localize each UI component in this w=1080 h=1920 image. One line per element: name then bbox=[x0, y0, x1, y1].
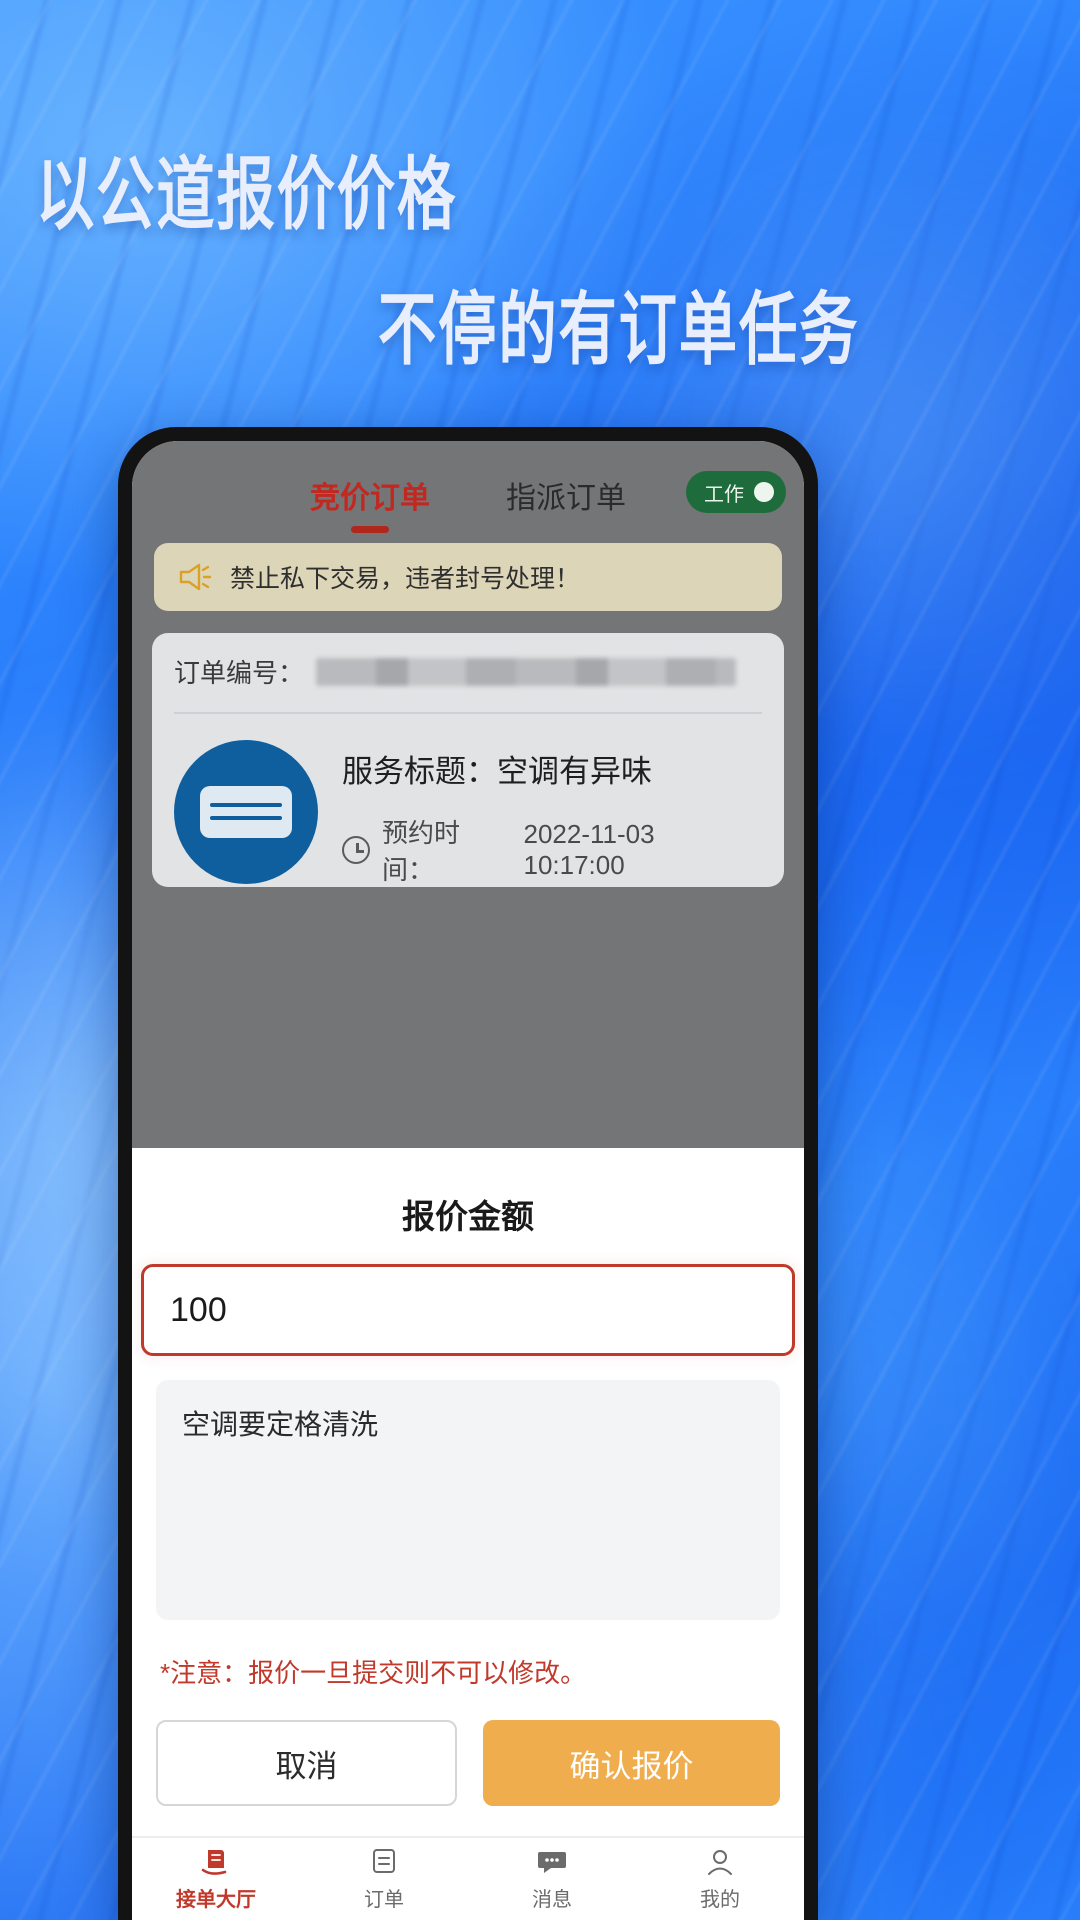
notice-text: 禁止私下交易，违者封号处理！ bbox=[230, 565, 581, 593]
app-content: 竞价订单 指派订单 工作 禁止私下交易，违者封号处理！ 订单编号： 服务标题：空… bbox=[132, 441, 804, 887]
notice-banner: 禁止私下交易，违者封号处理！ bbox=[154, 543, 782, 611]
service-row: 服务标题：空调有异味 预约时间： 2022-11-03 10:17:00 bbox=[174, 714, 762, 887]
service-thumbnail bbox=[174, 740, 318, 884]
nav-item-hall-label: 接单大厅 bbox=[176, 1889, 256, 1911]
nav-item-messages-label: 消息 bbox=[532, 1889, 572, 1911]
phone-mockup: 竞价订单 指派订单 工作 禁止私下交易，违者封号处理！ 订单编号： 服务标题：空… bbox=[118, 427, 818, 1920]
modal-actions: 取消 确认报价 bbox=[156, 1720, 780, 1836]
work-status-badge[interactable]: 工作 bbox=[686, 471, 786, 513]
hall-icon bbox=[201, 1850, 227, 1875]
tab-bidding-orders-label: 竞价订单 bbox=[310, 482, 430, 515]
clock-icon bbox=[342, 836, 370, 864]
modal-title: 报价金额 bbox=[402, 1198, 534, 1235]
confirm-quote-button[interactable]: 确认报价 bbox=[483, 1720, 780, 1806]
bottom-navigation: 接单大厅 订单 消息 我的 bbox=[132, 1836, 804, 1920]
quote-remark-textarea[interactable] bbox=[156, 1380, 780, 1620]
appointment-time-value: 2022-11-03 10:17:00 bbox=[523, 819, 655, 880]
appointment-time-label: 预约时间： bbox=[382, 818, 461, 885]
order-number-redacted-value bbox=[316, 657, 737, 686]
phone-screen: 竞价订单 指派订单 工作 禁止私下交易，违者封号处理！ 订单编号： 服务标题：空… bbox=[132, 441, 804, 1920]
message-icon bbox=[538, 1852, 566, 1873]
nav-item-profile[interactable]: 我的 bbox=[636, 1846, 804, 1912]
service-info: 服务标题：空调有异味 预约时间： 2022-11-03 10:17:00 bbox=[342, 740, 762, 887]
work-status-toggle-knob bbox=[754, 482, 774, 502]
nav-item-profile-label: 我的 bbox=[700, 1889, 740, 1911]
nav-item-orders[interactable]: 订单 bbox=[300, 1846, 468, 1912]
nav-item-hall[interactable]: 接单大厅 bbox=[132, 1846, 300, 1912]
megaphone-icon bbox=[179, 563, 212, 591]
nav-item-orders-label: 订单 bbox=[364, 1889, 404, 1911]
tab-assigned-orders-label: 指派订单 bbox=[506, 482, 626, 515]
order-number-row: 订单编号： bbox=[174, 653, 762, 712]
profile-icon bbox=[708, 1850, 732, 1875]
order-tabs: 竞价订单 指派订单 工作 bbox=[132, 441, 804, 537]
appointment-time-row: 预约时间： 2022-11-03 10:17:00 bbox=[342, 813, 762, 887]
promo-headline-line-2: 不停的有订单任务 bbox=[378, 282, 860, 377]
tab-active-underline bbox=[351, 526, 389, 533]
cancel-button[interactable]: 取消 bbox=[156, 1720, 457, 1806]
promo-headline-line-1: 以公道报价价格 bbox=[36, 147, 458, 242]
nav-item-messages[interactable]: 消息 bbox=[468, 1846, 636, 1912]
quote-amount-modal: 报价金额 // placeholder attr applied by gene… bbox=[132, 1148, 804, 1836]
quote-note-text: *注意：报价一旦提交则不可以修改。 bbox=[160, 1658, 587, 1688]
tab-assigned-orders[interactable]: 指派订单 bbox=[506, 473, 626, 527]
tab-bidding-orders[interactable]: 竞价订单 bbox=[310, 473, 430, 533]
order-number-label: 订单编号： bbox=[174, 658, 305, 688]
service-title-label: 服务标题： bbox=[342, 754, 497, 789]
service-title-value: 空调有异味 bbox=[497, 754, 652, 789]
air-conditioner-icon bbox=[200, 786, 292, 838]
service-title: 服务标题：空调有异味 bbox=[342, 746, 762, 791]
work-status-label: 工作 bbox=[704, 483, 744, 506]
order-icon bbox=[373, 1849, 395, 1873]
quote-amount-input[interactable] bbox=[141, 1264, 795, 1356]
order-card[interactable]: 订单编号： 服务标题：空调有异味 预约时间： 2022-11-03 10:17:… bbox=[152, 633, 784, 887]
